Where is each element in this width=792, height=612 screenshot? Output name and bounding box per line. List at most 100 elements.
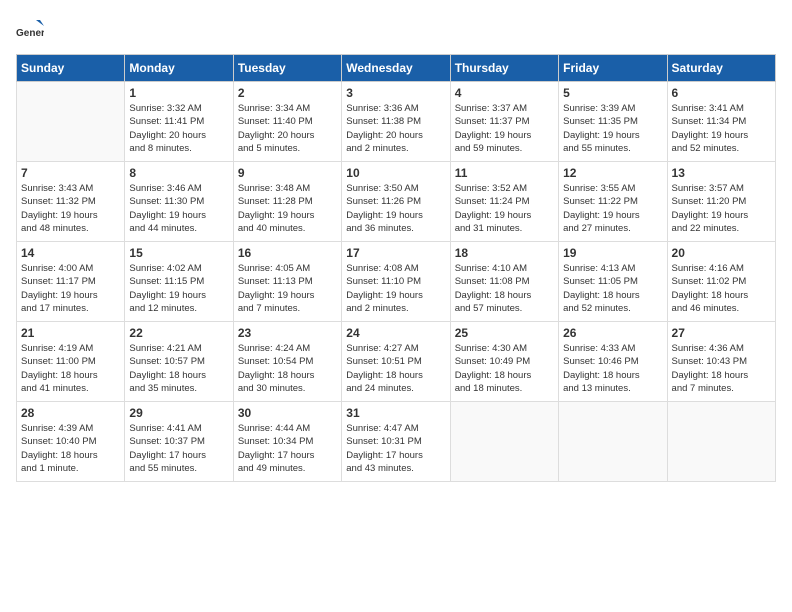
calendar-cell	[450, 402, 558, 482]
day-info: Sunrise: 3:32 AMSunset: 11:41 PMDaylight…	[129, 102, 228, 155]
day-info: Sunrise: 3:43 AMSunset: 11:32 PMDaylight…	[21, 182, 120, 235]
day-number: 29	[129, 406, 228, 420]
weekday-header-monday: Monday	[125, 55, 233, 82]
weekday-header-tuesday: Tuesday	[233, 55, 341, 82]
calendar-cell	[667, 402, 775, 482]
calendar-cell: 31 Sunrise: 4:47 AMSunset: 10:31 PMDaylig…	[342, 402, 450, 482]
day-number: 21	[21, 326, 120, 340]
calendar-cell: 27Sunrise: 4:36 AMSunset: 10:43 PMDaylig…	[667, 322, 775, 402]
calendar-cell: 8 Sunrise: 3:46 AMSunset: 11:30 PMDayligh…	[125, 162, 233, 242]
day-info: Sunrise: 4:24 AMSunset: 10:54 PMDaylight…	[238, 342, 337, 395]
day-info: Sunrise: 4:13 AMSunset: 11:05 PMDaylight…	[563, 262, 662, 315]
day-number: 5	[563, 86, 662, 100]
day-number: 22	[129, 326, 228, 340]
calendar-cell: 19 Sunrise: 4:13 AMSunset: 11:05 PMDaylig…	[559, 242, 667, 322]
day-number: 1	[129, 86, 228, 100]
calendar-cell: 10 Sunrise: 3:50 AMSunset: 11:26 PMDaylig…	[342, 162, 450, 242]
weekday-header-saturday: Saturday	[667, 55, 775, 82]
calendar-cell: 9 Sunrise: 3:48 AMSunset: 11:28 PMDayligh…	[233, 162, 341, 242]
week-row-4: 21 Sunrise: 4:19 AMSunset: 11:00 PMDaylig…	[17, 322, 776, 402]
calendar-cell: 18 Sunrise: 4:10 AMSunset: 11:08 PMDaylig…	[450, 242, 558, 322]
day-number: 4	[455, 86, 554, 100]
calendar-cell: 2Sunrise: 3:34 AMSunset: 11:40 PMDayligh…	[233, 82, 341, 162]
day-number: 3	[346, 86, 445, 100]
day-info: Sunrise: 4:02 AMSunset: 11:15 PMDaylight…	[129, 262, 228, 315]
day-number: 18	[455, 246, 554, 260]
day-number: 6	[672, 86, 771, 100]
week-row-2: 7 Sunrise: 3:43 AMSunset: 11:32 PMDayligh…	[17, 162, 776, 242]
day-number: 17	[346, 246, 445, 260]
day-number: 8	[129, 166, 228, 180]
day-info: Sunrise: 4:33 AMSunset: 10:46 PMDaylight…	[563, 342, 662, 395]
calendar-cell: 20 Sunrise: 4:16 AMSunset: 11:02 PMDaylig…	[667, 242, 775, 322]
day-number: 31	[346, 406, 445, 420]
calendar-cell: 29 Sunrise: 4:41 AMSunset: 10:37 PMDaylig…	[125, 402, 233, 482]
weekday-header-wednesday: Wednesday	[342, 55, 450, 82]
calendar-cell: 4 Sunrise: 3:37 AMSunset: 11:37 PMDayligh…	[450, 82, 558, 162]
calendar-cell	[17, 82, 125, 162]
week-row-1: 1 Sunrise: 3:32 AMSunset: 11:41 PMDayligh…	[17, 82, 776, 162]
logo-icon: General	[16, 16, 44, 44]
day-info: Sunrise: 4:10 AMSunset: 11:08 PMDaylight…	[455, 262, 554, 315]
day-number: 11	[455, 166, 554, 180]
day-info: Sunrise: 3:46 AMSunset: 11:30 PMDaylight…	[129, 182, 228, 235]
day-number: 7	[21, 166, 120, 180]
calendar-cell	[559, 402, 667, 482]
calendar-cell: 3 Sunrise: 3:36 AMSunset: 11:38 PMDayligh…	[342, 82, 450, 162]
day-number: 25	[455, 326, 554, 340]
calendar-cell: 13 Sunrise: 3:57 AMSunset: 11:20 PMDaylig…	[667, 162, 775, 242]
day-number: 30	[238, 406, 337, 420]
day-info: Sunrise: 4:16 AMSunset: 11:02 PMDaylight…	[672, 262, 771, 315]
calendar-cell: 14Sunrise: 4:00 AMSunset: 11:17 PMDaylig…	[17, 242, 125, 322]
calendar-cell: 11 Sunrise: 3:52 AMSunset: 11:24 PMDaylig…	[450, 162, 558, 242]
day-info: Sunrise: 4:05 AMSunset: 11:13 PMDaylight…	[238, 262, 337, 315]
day-number: 20	[672, 246, 771, 260]
day-info: Sunrise: 3:50 AMSunset: 11:26 PMDaylight…	[346, 182, 445, 235]
calendar-cell: 1 Sunrise: 3:32 AMSunset: 11:41 PMDayligh…	[125, 82, 233, 162]
calendar-cell: 23 Sunrise: 4:24 AMSunset: 10:54 PMDaylig…	[233, 322, 341, 402]
day-info: Sunrise: 3:37 AMSunset: 11:37 PMDaylight…	[455, 102, 554, 155]
day-info: Sunrise: 4:21 AMSunset: 10:57 PMDaylight…	[129, 342, 228, 395]
calendar-cell: 17 Sunrise: 4:08 AMSunset: 11:10 PMDaylig…	[342, 242, 450, 322]
day-info: Sunrise: 3:36 AMSunset: 11:38 PMDaylight…	[346, 102, 445, 155]
day-number: 15	[129, 246, 228, 260]
day-info: Sunrise: 4:47 AMSunset: 10:31 PMDaylight…	[346, 422, 445, 475]
calendar-table: SundayMondayTuesdayWednesdayThursdayFrid…	[16, 54, 776, 482]
day-number: 9	[238, 166, 337, 180]
week-row-3: 14Sunrise: 4:00 AMSunset: 11:17 PMDaylig…	[17, 242, 776, 322]
calendar-cell: 21 Sunrise: 4:19 AMSunset: 11:00 PMDaylig…	[17, 322, 125, 402]
day-number: 2	[238, 86, 337, 100]
svg-text:General: General	[16, 28, 44, 39]
day-number: 16	[238, 246, 337, 260]
calendar-cell: 28Sunrise: 4:39 AMSunset: 10:40 PMDaylig…	[17, 402, 125, 482]
day-info: Sunrise: 4:19 AMSunset: 11:00 PMDaylight…	[21, 342, 120, 395]
page-header: General	[16, 16, 776, 44]
day-info: Sunrise: 3:41 AMSunset: 11:34 PMDaylight…	[672, 102, 771, 155]
day-info: Sunrise: 3:57 AMSunset: 11:20 PMDaylight…	[672, 182, 771, 235]
day-number: 13	[672, 166, 771, 180]
day-number: 24	[346, 326, 445, 340]
day-number: 23	[238, 326, 337, 340]
day-info: Sunrise: 4:41 AMSunset: 10:37 PMDaylight…	[129, 422, 228, 475]
calendar-cell: 6 Sunrise: 3:41 AMSunset: 11:34 PMDayligh…	[667, 82, 775, 162]
day-number: 19	[563, 246, 662, 260]
day-info: Sunrise: 4:44 AMSunset: 10:34 PMDaylight…	[238, 422, 337, 475]
weekday-header-sunday: Sunday	[17, 55, 125, 82]
calendar-cell: 25 Sunrise: 4:30 AMSunset: 10:49 PMDaylig…	[450, 322, 558, 402]
day-info: Sunrise: 3:39 AMSunset: 11:35 PMDaylight…	[563, 102, 662, 155]
day-info: Sunrise: 3:52 AMSunset: 11:24 PMDaylight…	[455, 182, 554, 235]
day-info: Sunrise: 4:08 AMSunset: 11:10 PMDaylight…	[346, 262, 445, 315]
day-number: 10	[346, 166, 445, 180]
calendar-cell: 22 Sunrise: 4:21 AMSunset: 10:57 PMDaylig…	[125, 322, 233, 402]
day-number: 27	[672, 326, 771, 340]
calendar-cell: 24Sunrise: 4:27 AMSunset: 10:51 PMDaylig…	[342, 322, 450, 402]
logo: General	[16, 16, 48, 44]
day-info: Sunrise: 3:48 AMSunset: 11:28 PMDaylight…	[238, 182, 337, 235]
calendar-cell: 26Sunrise: 4:33 AMSunset: 10:46 PMDaylig…	[559, 322, 667, 402]
day-info: Sunrise: 4:39 AMSunset: 10:40 PMDaylight…	[21, 422, 120, 475]
calendar-cell: 12Sunrise: 3:55 AMSunset: 11:22 PMDaylig…	[559, 162, 667, 242]
day-info: Sunrise: 4:00 AMSunset: 11:17 PMDaylight…	[21, 262, 120, 315]
calendar-cell: 5 Sunrise: 3:39 AMSunset: 11:35 PMDayligh…	[559, 82, 667, 162]
day-info: Sunrise: 4:30 AMSunset: 10:49 PMDaylight…	[455, 342, 554, 395]
day-info: Sunrise: 3:55 AMSunset: 11:22 PMDaylight…	[563, 182, 662, 235]
